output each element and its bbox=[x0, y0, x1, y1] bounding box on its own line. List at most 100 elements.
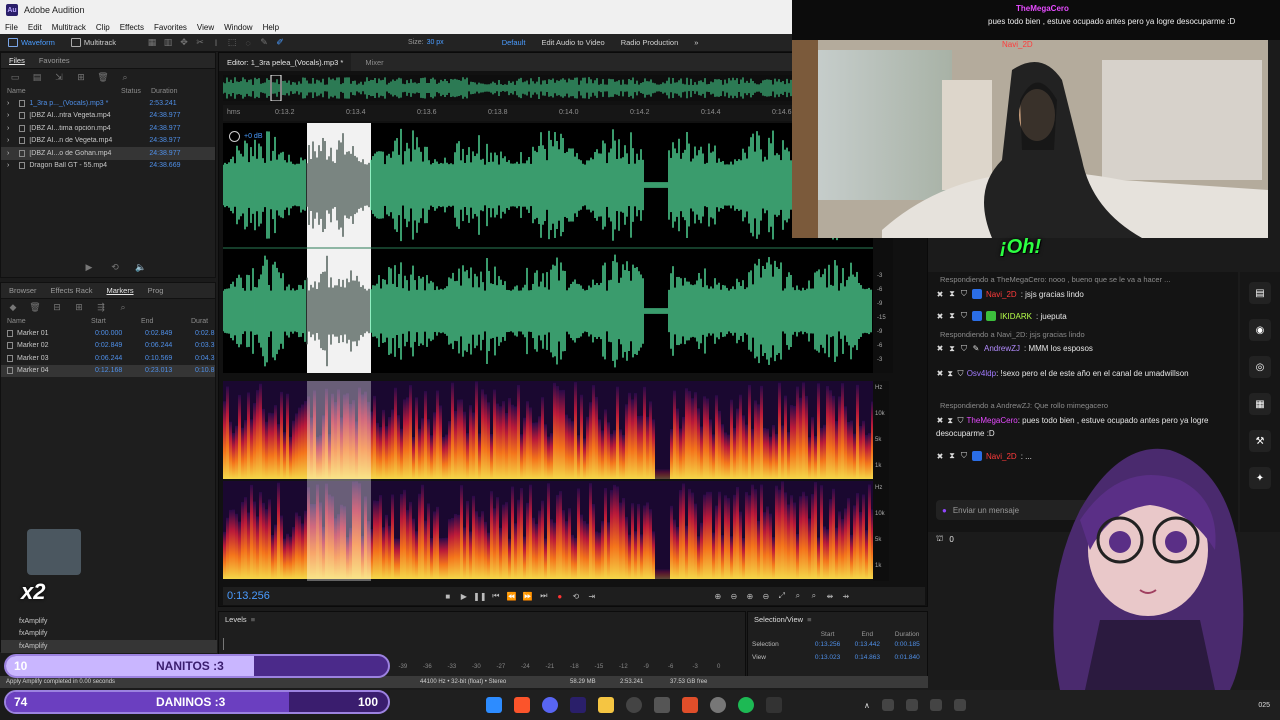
expand-icon[interactable]: › bbox=[1, 125, 9, 132]
zoom-full-icon[interactable]: ⤢ bbox=[774, 589, 790, 603]
expand-icon[interactable]: › bbox=[1, 100, 9, 107]
expand-icon[interactable]: › bbox=[1, 162, 9, 169]
menu-window[interactable]: Window bbox=[219, 23, 257, 32]
app-icon[interactable] bbox=[710, 697, 726, 713]
gain-knob-icon[interactable] bbox=[229, 131, 240, 142]
menu-multitrack[interactable]: Multitrack bbox=[47, 23, 91, 32]
tab-mixer[interactable]: Mixer bbox=[351, 58, 397, 67]
mic-icon[interactable]: ● bbox=[942, 506, 947, 515]
marker-start[interactable]: 0:06.244 bbox=[95, 355, 145, 362]
marker-end[interactable]: 0:10.569 bbox=[145, 355, 195, 362]
spectral-display[interactable] bbox=[223, 381, 873, 581]
spotify-icon[interactable] bbox=[738, 697, 754, 713]
spectral-icon[interactable]: ▦ bbox=[146, 37, 158, 49]
pause-icon[interactable]: ❚❚ bbox=[472, 589, 488, 603]
tab-markers[interactable]: Markers bbox=[106, 286, 133, 295]
delete-icon[interactable]: 🗑 bbox=[97, 71, 109, 83]
ban-icon[interactable]: ✖ bbox=[936, 369, 944, 378]
menu-edit[interactable]: Edit bbox=[23, 23, 47, 32]
open-file-icon[interactable]: ▤ bbox=[31, 71, 43, 83]
clock[interactable]: 025 bbox=[1258, 702, 1270, 709]
zoom-out-amplitude-icon[interactable]: ⊖ bbox=[726, 589, 742, 603]
marker-end[interactable]: 0:23.013 bbox=[145, 367, 195, 374]
marker-add-icon[interactable]: ◆ bbox=[7, 301, 19, 313]
spot-heal-icon[interactable]: ✐ bbox=[274, 37, 286, 49]
timecode[interactable]: 0:13.256 bbox=[227, 590, 270, 602]
marker-start[interactable]: 0:12.168 bbox=[95, 367, 145, 374]
tray-icon[interactable] bbox=[953, 699, 966, 711]
multitrack-button[interactable]: Multitrack bbox=[63, 34, 124, 52]
list-item[interactable]: fx Amplify bbox=[1, 640, 217, 653]
timeout-icon[interactable]: ⧗ bbox=[946, 416, 954, 425]
stop-icon[interactable]: ■ bbox=[440, 589, 456, 603]
col-marker-start[interactable]: Start bbox=[91, 318, 141, 325]
move-tool-icon[interactable]: ✥ bbox=[178, 37, 190, 49]
marker-duration[interactable]: 0:04.3 bbox=[195, 355, 214, 362]
wrench-icon[interactable]: ⚒ bbox=[1249, 430, 1271, 452]
timeout-icon[interactable]: ⧗ bbox=[948, 311, 956, 320]
selection-start[interactable]: 0:13.023 bbox=[808, 654, 848, 661]
marker-duration[interactable]: 0:02.8 bbox=[195, 330, 214, 337]
zoom-out-icon[interactable]: ⌕ bbox=[806, 589, 822, 603]
razor-tool-icon[interactable]: ✂ bbox=[194, 37, 206, 49]
expand-icon[interactable]: › bbox=[1, 137, 9, 144]
tab-editor[interactable]: Editor: 1_3ra pelea_(Vocals).mp3 * bbox=[219, 53, 352, 71]
waveform-button[interactable]: Waveform bbox=[0, 34, 63, 52]
tab-progress[interactable]: Prog bbox=[148, 286, 164, 295]
file-row[interactable]: › [DBZ AI...o de Gohan.mp4 24:38.977 bbox=[1, 147, 215, 160]
lasso-icon[interactable]: ◌ bbox=[242, 37, 254, 49]
menu-help[interactable]: Help bbox=[258, 23, 284, 32]
marker-search-icon[interactable]: ⌕ bbox=[117, 301, 129, 313]
zoom-in-icon[interactable]: ⌕ bbox=[790, 589, 806, 603]
zoom-playhead-icon[interactable]: ⇸ bbox=[838, 589, 854, 603]
marker-end[interactable]: 0:02.849 bbox=[145, 330, 195, 337]
gain-value[interactable]: +0 dB bbox=[244, 133, 263, 140]
marker-start[interactable]: 0:00.000 bbox=[95, 330, 145, 337]
rewind-icon[interactable]: ⏪ bbox=[504, 589, 520, 603]
marker-row[interactable]: Marker 03 0:06.244 0:10.569 0:04.3 bbox=[1, 352, 215, 365]
selection-end[interactable]: 0:13.442 bbox=[847, 641, 887, 648]
tray-icon[interactable] bbox=[881, 699, 894, 711]
file-row[interactable]: › Dragon Ball GT - 55.mp4 24:38.669 bbox=[1, 160, 215, 173]
expand-icon[interactable]: › bbox=[1, 112, 9, 119]
marker-row[interactable]: Marker 02 0:02.849 0:06.244 0:03.3 bbox=[1, 340, 215, 353]
new-file-icon[interactable]: ▭ bbox=[9, 71, 21, 83]
tab-effects-rack[interactable]: Effects Rack bbox=[51, 286, 93, 295]
list-item[interactable]: fx Amplify bbox=[1, 628, 217, 641]
timeout-icon[interactable]: ⧗ bbox=[948, 289, 956, 298]
col-duration[interactable]: Duration bbox=[151, 88, 177, 95]
selection-start[interactable]: 0:13.256 bbox=[808, 641, 848, 648]
chat-username[interactable]: TheMegaCero bbox=[1016, 4, 1069, 13]
selection-duration[interactable]: 0:00.185 bbox=[887, 641, 927, 648]
marker-merge-icon[interactable]: ⊟ bbox=[51, 301, 63, 313]
chat-username[interactable]: IKIDARK bbox=[1000, 312, 1032, 321]
ban-icon[interactable]: ✖ bbox=[936, 290, 944, 299]
marker-duration[interactable]: 0:03.3 bbox=[195, 342, 214, 349]
list-item[interactable]: fx Amplify bbox=[1, 615, 217, 628]
chat-username[interactable]: Osv4ldp bbox=[967, 369, 996, 378]
time-ruler[interactable]: hms 0:13.2 0:13.4 0:13.6 0:13.8 0:14.0 0:14.2… bbox=[223, 105, 795, 121]
loop-icon[interactable]: ⟲ bbox=[568, 589, 584, 603]
skip-forward-icon[interactable]: ⏭ bbox=[536, 589, 552, 603]
volume-icon[interactable]: 🔈 bbox=[135, 261, 147, 273]
chat-username[interactable]: TheMegaCero bbox=[967, 416, 1018, 425]
ban-icon[interactable]: ✖ bbox=[936, 312, 944, 321]
timeout-icon[interactable]: ⧗ bbox=[948, 451, 956, 460]
zoom-in-time-icon[interactable]: ⊕ bbox=[742, 589, 758, 603]
waveform-display[interactable] bbox=[223, 123, 873, 373]
discord-icon[interactable] bbox=[542, 697, 558, 713]
workspace-radio[interactable]: Radio Production bbox=[613, 34, 687, 52]
col-name[interactable]: Name bbox=[1, 88, 121, 95]
document-icon[interactable]: ▤ bbox=[1249, 282, 1271, 304]
menu-file[interactable]: File bbox=[0, 23, 23, 32]
ban-icon[interactable]: ✖ bbox=[936, 416, 944, 425]
pitch-icon[interactable]: ▥ bbox=[162, 37, 174, 49]
marker-duration[interactable]: 0:10.8 bbox=[195, 367, 214, 374]
zoom-selection-icon[interactable]: ⇹ bbox=[822, 589, 838, 603]
selection-duration[interactable]: 0:01.840 bbox=[887, 654, 927, 661]
tray-chevron-icon[interactable]: ∧ bbox=[864, 701, 870, 710]
marker-insert-icon[interactable]: ⊞ bbox=[73, 301, 85, 313]
channel-points[interactable]: ⛫ 0 bbox=[936, 534, 954, 544]
menu-view[interactable]: View bbox=[192, 23, 219, 32]
skip-selection-icon[interactable]: ⇥ bbox=[584, 589, 600, 603]
